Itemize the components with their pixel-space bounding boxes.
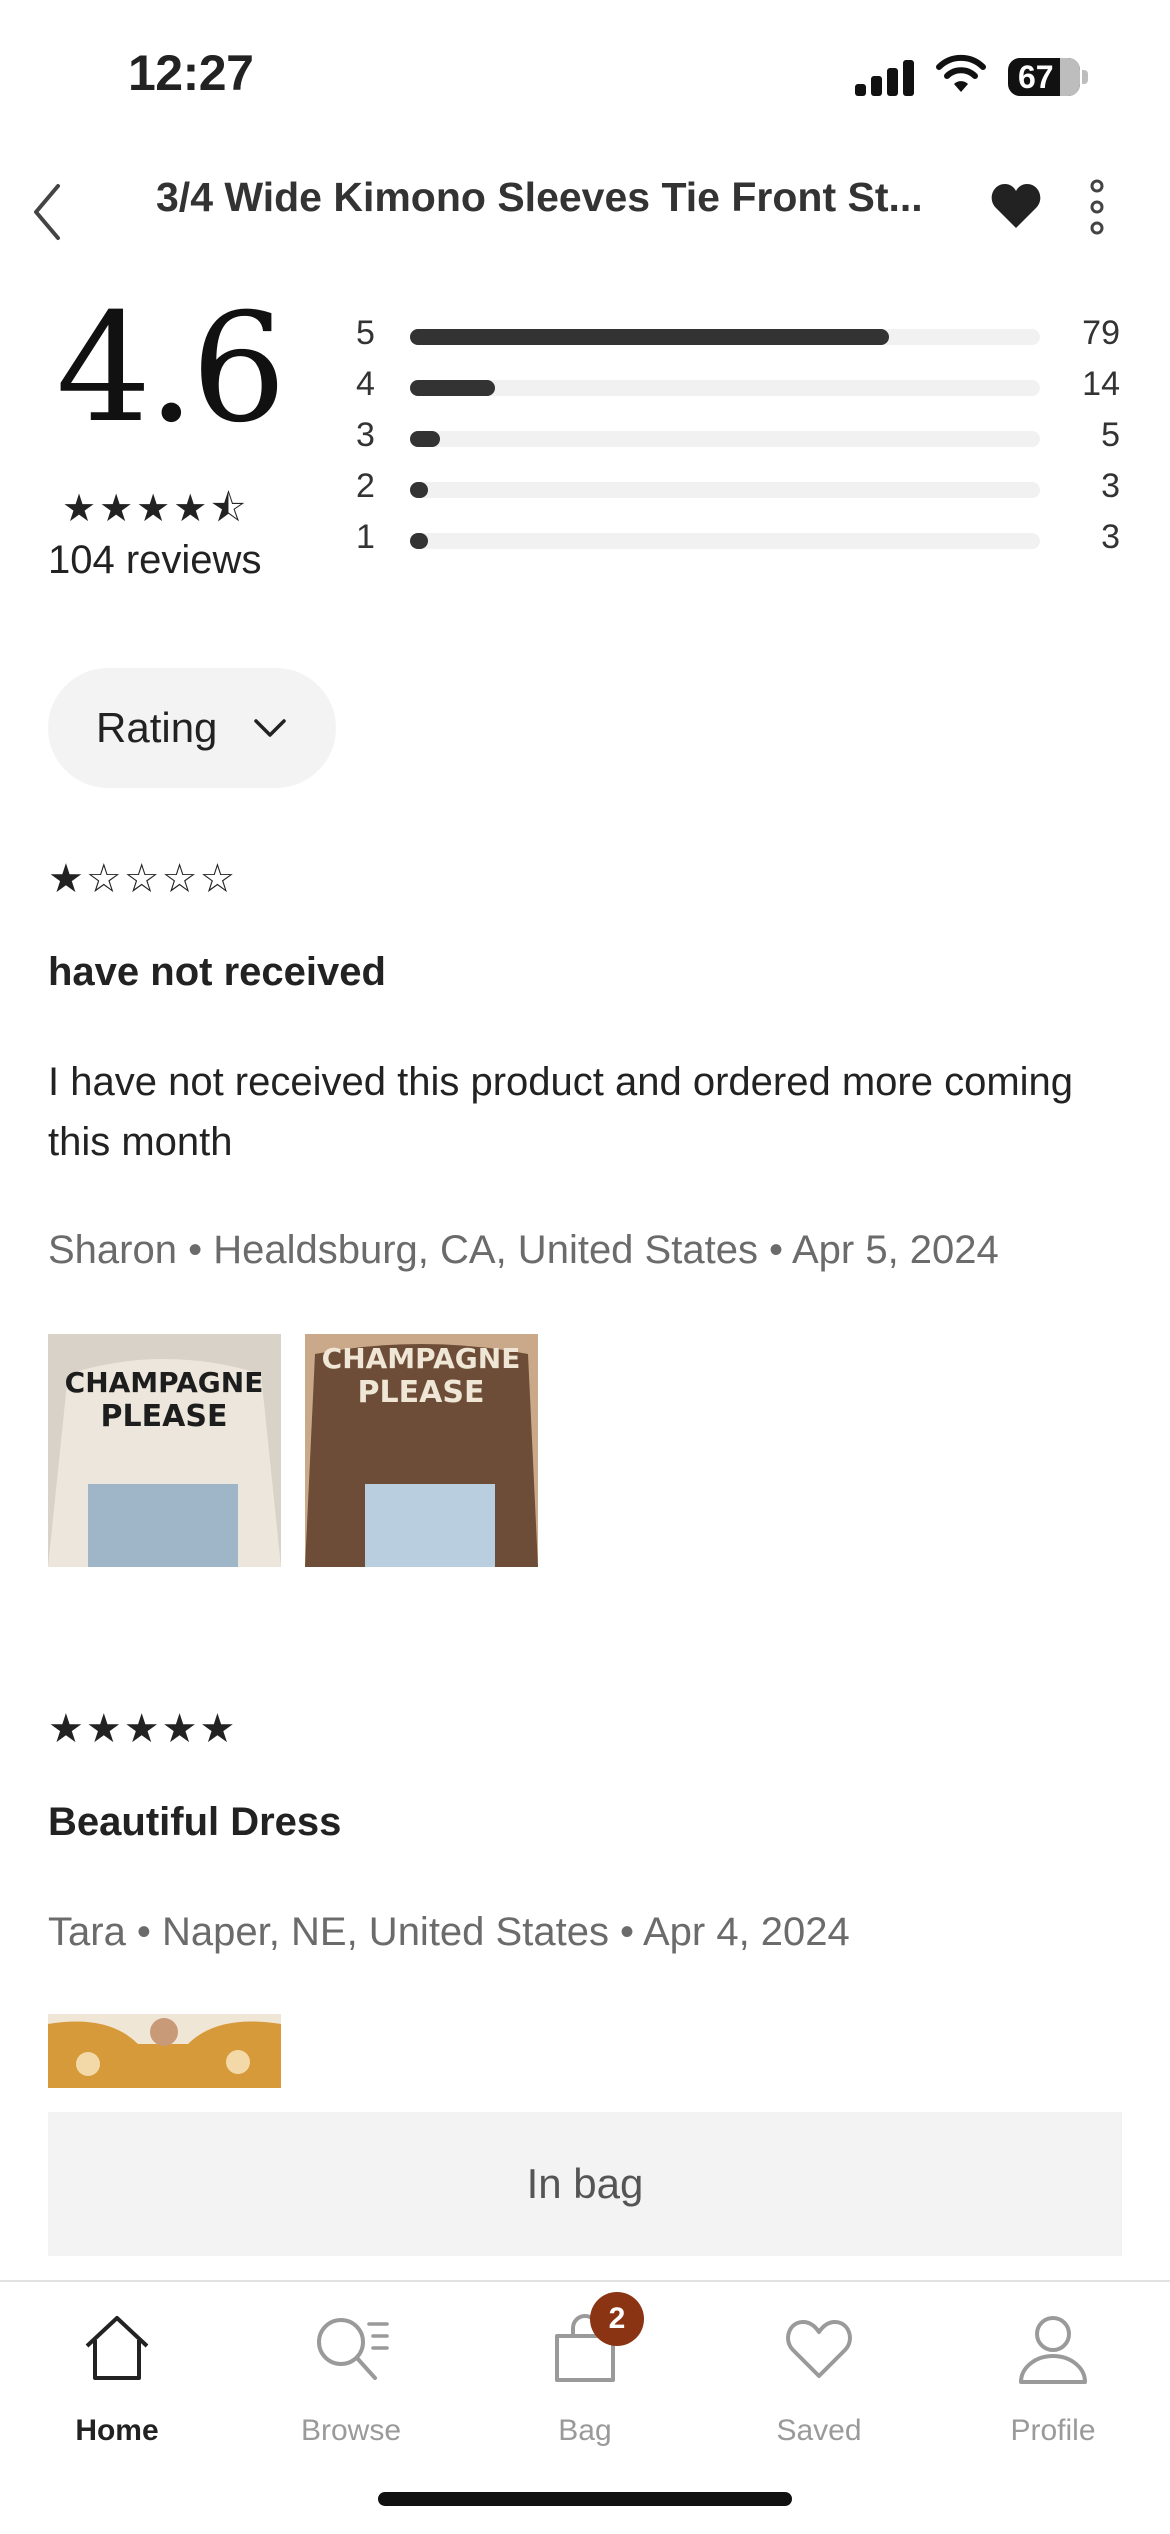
favorite-button[interactable] [988,178,1044,234]
distribution-row: 3 5 [356,416,1120,456]
in-bag-label: In bag [526,2160,644,2207]
distribution-count: 3 [1101,467,1120,505]
photo-text-bottom: PLEASE [358,1375,485,1410]
tab-browse[interactable]: Browse [234,2302,468,2452]
review-title: Beautiful Dress [48,1800,342,1844]
distribution-bar-fill [410,431,441,447]
distribution-row: 5 79 [356,314,1120,354]
browse-icon [317,2318,389,2380]
distribution-bar-track [410,533,1040,549]
photo-text-top: CHAMPAGNE [322,1342,521,1375]
status-time: 12:27 [128,45,254,101]
distribution-bar-track [410,380,1040,396]
tab-label: Profile [1010,2414,1096,2447]
distribution-bar-fill [410,482,429,498]
back-button[interactable] [26,180,76,244]
bag-count-badge: 2 [590,2292,644,2346]
rating-filter-label: Rating [96,704,218,751]
distribution-bar-fill [410,533,429,549]
review-photo[interactable]: CHAMPAGNE PLEASE [48,1334,281,1567]
distribution-star-label: 1 [356,518,375,556]
distribution-row: 4 14 [356,365,1120,405]
heart-filled-icon [991,184,1041,228]
review-photo-image: CHAMPAGNE PLEASE [48,1334,281,1567]
review-body: I have not received this product and ord… [48,1060,1074,1164]
more-options-button[interactable] [1080,176,1114,238]
wifi-icon [935,54,987,99]
distribution-star-label: 2 [356,467,375,505]
chevron-left-icon [34,184,60,240]
distribution-star-label: 3 [356,416,375,454]
review-photo-image: CHAMPAGNE PLEASE [305,1334,538,1567]
distribution-count: 3 [1101,518,1120,556]
distribution-star-label: 4 [356,365,375,403]
review-count: 104 reviews [48,538,262,582]
review-photo-image [48,2014,281,2088]
home-indicator [378,2492,792,2506]
tab-home[interactable]: Home [0,2302,234,2452]
distribution-count: 5 [1101,416,1120,454]
distribution-bar-fill [410,329,889,345]
distribution-bar-fill [410,380,496,396]
cellular-signal-icon [855,58,915,96]
chevron-down-icon [254,719,286,737]
distribution-row: 1 3 [356,518,1120,558]
average-rating: 4.6 [56,282,287,456]
tab-bag[interactable]: Bag [468,2302,702,2452]
tab-label: Bag [558,2414,612,2447]
rating-filter-dropdown[interactable]: Rating [48,668,336,788]
in-bag-button[interactable]: In bag [48,2112,1122,2256]
review-meta: Sharon • Healdsburg, CA, United States •… [48,1228,999,1272]
profile-icon [1019,2316,1087,2384]
tab-label: Browse [300,2414,402,2447]
review-stars-icon: ★★★★★ [48,1707,238,1751]
distribution-count: 79 [1082,314,1120,352]
page-title: 3/4 Wide Kimono Sleeves Tie Front St... [156,174,923,220]
heart-icon [786,2320,852,2378]
tab-saved[interactable]: Saved [702,2302,936,2452]
review-photo[interactable] [48,2014,281,2088]
battery-icon: 67 [1008,58,1080,96]
battery-level: 67 [1018,59,1054,95]
tab-profile[interactable]: Profile [936,2302,1170,2452]
distribution-bar-track [410,431,1040,447]
photo-text-bottom: PLEASE [101,1399,228,1434]
distribution-bar-track [410,482,1040,498]
distribution-star-label: 5 [356,314,375,352]
photo-text-top: CHAMPAGNE [65,1366,264,1399]
home-icon [85,2316,149,2380]
review-photo[interactable]: CHAMPAGNE PLEASE [305,1334,538,1567]
distribution-count: 14 [1082,365,1120,403]
tab-label: Saved [776,2414,862,2447]
review-meta: Tara • Naper, NE, United States • Apr 4,… [48,1910,850,1954]
more-vertical-icon [1090,179,1104,235]
review-title: have not received [48,950,386,994]
average-stars-icon: ★★★★⯪ [62,488,250,530]
distribution-bar-track [410,329,1040,345]
tab-label: Home [75,2414,159,2447]
distribution-row: 2 3 [356,467,1120,507]
battery-tip [1082,70,1088,84]
review-stars-icon: ★☆☆☆☆ [48,857,238,901]
